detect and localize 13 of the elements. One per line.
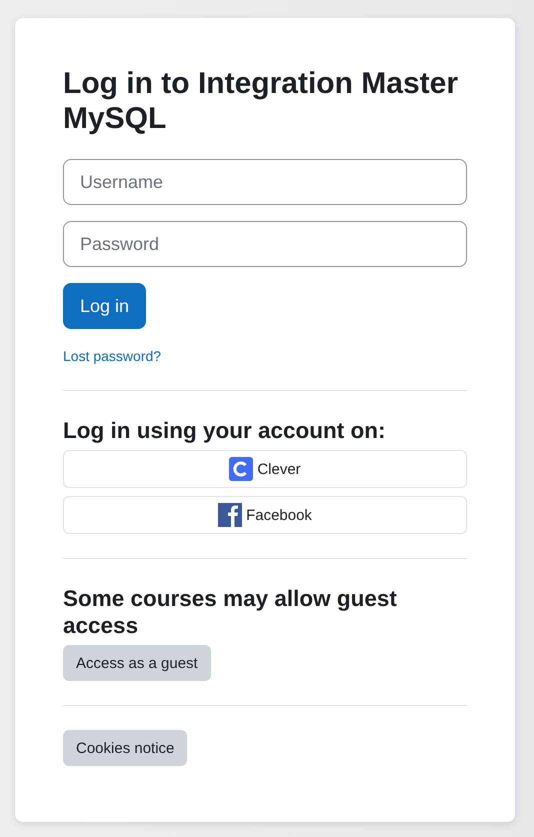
input-field[interactable]: Password	[63, 221, 467, 267]
guest-access-button[interactable]: Access as a guest	[63, 645, 211, 681]
provider-button[interactable]: Clever	[63, 450, 467, 488]
section-heading: Some courses may allow guest access	[63, 585, 398, 639]
provider-button[interactable]: Facebook	[63, 496, 467, 534]
section-heading: Log in using your account on:	[63, 417, 386, 444]
clever-logo-icon	[229, 457, 254, 481]
facebook-logo-icon	[218, 503, 242, 527]
input-field[interactable]: Username	[63, 159, 467, 205]
cookies-notice-button[interactable]: Cookies notice	[63, 730, 188, 766]
lost-password-link[interactable]: Lost password?	[63, 348, 162, 364]
login-button[interactable]: Log in	[63, 283, 146, 329]
page-title: Log in to Integration Master MySQL	[63, 66, 459, 136]
